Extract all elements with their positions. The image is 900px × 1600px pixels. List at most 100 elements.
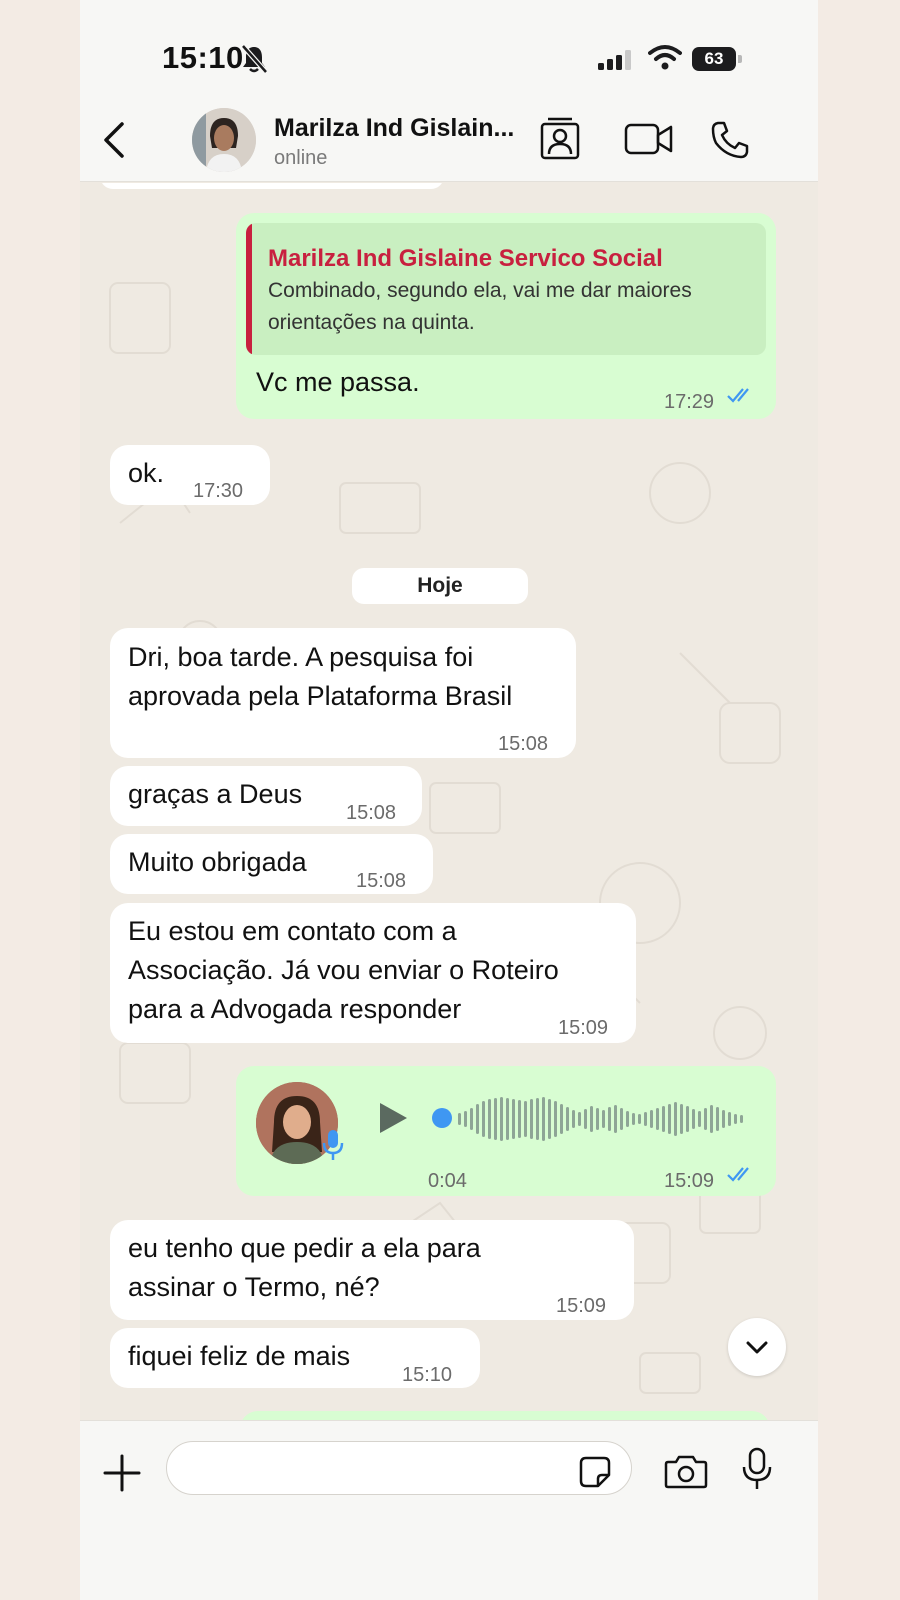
voice-duration: 0:04 xyxy=(428,1170,467,1192)
camera-icon[interactable] xyxy=(664,1453,708,1489)
wifi-icon xyxy=(648,45,682,70)
message-composer xyxy=(80,1420,818,1600)
incoming-message[interactable]: graças a Deus 15:08 xyxy=(110,766,422,826)
outgoing-message-reply[interactable]: Marilza Ind Gislaine Servico Social Comb… xyxy=(236,213,776,419)
avatar-photo xyxy=(192,108,256,172)
incoming-message[interactable]: Eu estou em contato com a Associação. Já… xyxy=(110,903,636,1043)
microphone-icon xyxy=(322,1130,344,1160)
voice-progress-handle[interactable] xyxy=(432,1108,452,1128)
microphone-icon[interactable] xyxy=(740,1447,774,1491)
waveform-bar xyxy=(710,1105,713,1133)
message-text: fiquei feliz de mais xyxy=(128,1341,351,1371)
chat-area[interactable]: Marilza Ind Gislaine Servico Social Comb… xyxy=(80,183,818,1420)
message-time: 17:29 xyxy=(664,391,715,413)
waveform-bar xyxy=(692,1109,695,1129)
message-time: 15:10 xyxy=(402,1364,453,1386)
message-text: Muito obrigada xyxy=(128,847,307,877)
waveform-bar xyxy=(632,1113,635,1125)
waveform-bar xyxy=(518,1100,521,1138)
chat-header: Marilza Ind Gislain... online xyxy=(80,100,818,182)
waveform-bar xyxy=(602,1110,605,1128)
status-bar: 15:10 63 xyxy=(80,0,818,100)
status-time: 15:10 xyxy=(162,40,244,75)
incoming-message[interactable]: eu tenho que pedir a ela para assinar o … xyxy=(110,1220,634,1320)
waveform-bar xyxy=(530,1099,533,1139)
sticker-icon[interactable] xyxy=(578,1455,612,1489)
waveform-bar xyxy=(566,1107,569,1131)
phone-screen: 15:10 63 Marilza Ind Gislain... online M… xyxy=(80,0,818,1600)
waveform-bar xyxy=(476,1104,479,1134)
waveform-bar xyxy=(596,1108,599,1130)
waveform-bar xyxy=(572,1110,575,1128)
waveform-bar xyxy=(620,1108,623,1130)
waveform-bar xyxy=(584,1109,587,1129)
cellular-signal-icon xyxy=(598,50,631,70)
outgoing-voice-message[interactable]: 0:04 15:09 xyxy=(236,1066,776,1196)
message-time: 15:08 xyxy=(356,870,407,892)
video-call-icon[interactable] xyxy=(624,122,674,156)
message-text: ok. xyxy=(128,458,165,488)
message-text-line: Associação. Já vou enviar o Roteiro xyxy=(128,955,559,985)
waveform-bar xyxy=(500,1097,503,1141)
scroll-to-bottom-button[interactable] xyxy=(728,1318,786,1376)
waveform-bar xyxy=(740,1115,743,1123)
contact-card-icon[interactable] xyxy=(538,116,582,162)
waveform-bar xyxy=(608,1107,611,1131)
waveform-bar xyxy=(734,1114,737,1124)
waveform-bar xyxy=(560,1104,563,1134)
next-outgoing-message-edge xyxy=(240,1411,770,1420)
message-text-line: aprovada pela Plataforma Brasil xyxy=(128,681,513,711)
incoming-message[interactable]: fiquei feliz de mais 15:10 xyxy=(110,1328,480,1388)
waveform-bar xyxy=(548,1099,551,1139)
message-time: 15:08 xyxy=(346,802,397,824)
waveform-bar xyxy=(698,1111,701,1127)
waveform-bar xyxy=(716,1107,719,1131)
contact-avatar[interactable] xyxy=(192,108,256,172)
waveform-bar xyxy=(704,1108,707,1130)
waveform-bar xyxy=(656,1108,659,1130)
chevron-down-icon xyxy=(746,1341,768,1354)
play-icon[interactable] xyxy=(376,1100,410,1136)
waveform-bar xyxy=(524,1101,527,1137)
message-text-line: Eu estou em contato com a xyxy=(128,916,457,946)
waveform-bar xyxy=(722,1110,725,1128)
waveform-bar xyxy=(728,1112,731,1126)
quoted-message[interactable]: Marilza Ind Gislaine Servico Social Comb… xyxy=(246,223,766,355)
quote-text: Combinado, segundo ela, vai me dar maior… xyxy=(268,279,692,334)
waveform-bar xyxy=(464,1111,467,1127)
incoming-message[interactable]: Dri, boa tarde. A pesquisa foi aprovada … xyxy=(110,628,576,758)
message-time: 15:09 xyxy=(556,1295,607,1317)
waveform-bar xyxy=(590,1106,593,1132)
waveform-bar xyxy=(680,1104,683,1134)
back-chevron-icon[interactable] xyxy=(94,118,134,162)
quote-author: Marilza Ind Gislaine Servico Social xyxy=(268,245,663,272)
previous-message-edge xyxy=(100,183,444,189)
message-text-line: assinar o Termo, né? xyxy=(128,1272,380,1302)
waveform-bar xyxy=(626,1111,629,1127)
waveform-bar xyxy=(512,1099,515,1139)
message-text-line: Dri, boa tarde. A pesquisa foi xyxy=(128,642,474,672)
message-time: 17:30 xyxy=(193,480,244,502)
read-ticks-icon xyxy=(727,388,749,403)
waveform-bar xyxy=(470,1108,473,1130)
bell-off-icon xyxy=(241,44,268,74)
waveform-bar xyxy=(458,1113,461,1125)
waveform-bar xyxy=(488,1099,491,1139)
audio-waveform[interactable] xyxy=(458,1094,748,1144)
message-input[interactable] xyxy=(166,1441,632,1495)
phone-call-icon[interactable] xyxy=(710,120,750,160)
waveform-bar xyxy=(482,1101,485,1137)
read-ticks-icon xyxy=(727,1167,749,1182)
incoming-message[interactable]: Muito obrigada 15:08 xyxy=(110,834,433,894)
quote-accent-bar xyxy=(246,223,252,355)
waveform-bar xyxy=(674,1102,677,1136)
message-text-line: eu tenho que pedir a ela para xyxy=(128,1233,481,1263)
date-separator: Hoje xyxy=(352,568,528,604)
waveform-bar xyxy=(668,1104,671,1134)
message-time: 15:09 xyxy=(558,1017,609,1039)
incoming-message[interactable]: ok. 17:30 xyxy=(110,445,270,505)
contact-status: online xyxy=(274,147,328,169)
waveform-bar xyxy=(650,1110,653,1128)
contact-name[interactable]: Marilza Ind Gislain... xyxy=(274,114,514,143)
plus-icon[interactable] xyxy=(102,1453,142,1493)
